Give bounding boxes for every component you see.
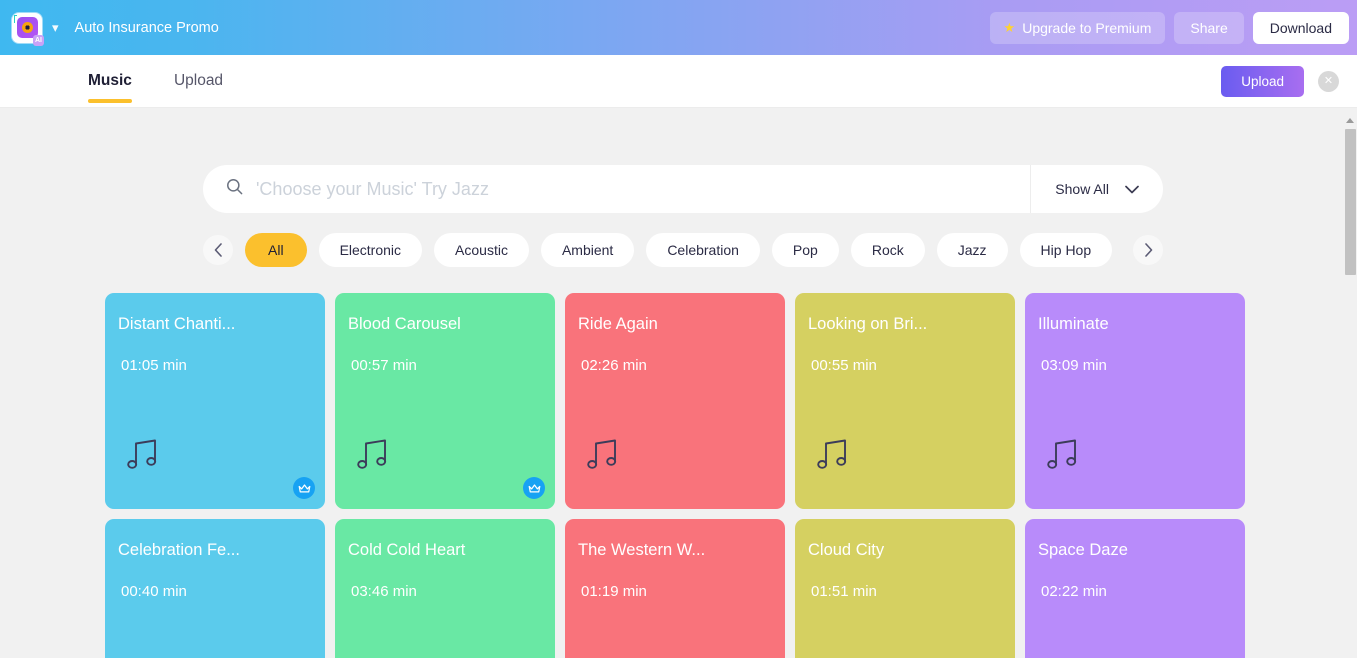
music-note-icon — [817, 438, 849, 477]
track-duration: 00:57 min — [351, 357, 417, 374]
genre-pill[interactable]: Ambient — [540, 233, 635, 267]
chevron-down-icon — [1125, 181, 1139, 197]
scrollbar-thumb[interactable] — [1345, 129, 1356, 275]
tab-music-label: Music — [88, 72, 132, 89]
show-all-dropdown[interactable]: Show All — [1031, 165, 1163, 213]
track-duration: 00:55 min — [811, 357, 877, 374]
search-row: Show All — [203, 165, 1163, 213]
track-title: Cold Cold Heart — [348, 541, 466, 559]
track-title: The Western W... — [578, 541, 706, 559]
track-title: Looking on Bri... — [808, 315, 928, 333]
genre-pill[interactable]: Celebration — [646, 233, 760, 267]
track-duration: 02:22 min — [1041, 583, 1107, 600]
tab-music[interactable]: Music — [88, 55, 132, 108]
track-title: Space Daze — [1038, 541, 1128, 559]
track-card[interactable]: Ride Again 02:26 min — [565, 293, 785, 509]
tab-upload-label: Upload — [173, 72, 224, 89]
track-card[interactable]: Illuminate 03:09 min — [1025, 293, 1245, 509]
logo-lens-icon — [21, 22, 33, 33]
app-logo-icon[interactable]: AI — [12, 12, 44, 46]
track-card[interactable]: Cloud City 01:51 min — [795, 519, 1015, 658]
tabbar-actions: Upload ✕ — [1221, 65, 1339, 97]
upgrade-label: Upgrade to Premium — [1022, 19, 1152, 36]
show-all-label: Show All — [1055, 181, 1109, 197]
music-panel: Show All All Electronic Acoustic Ambient Cel… — [0, 108, 1357, 658]
track-card[interactable]: Blood Carousel 00:57 min — [335, 293, 555, 509]
chevron-down-icon[interactable]: ▾ — [52, 21, 59, 34]
brand-area: AI ▾ Auto Insurance Promo — [12, 12, 219, 46]
track-grid: Distant Chanti... 01:05 min Blood Carousel… — [105, 293, 1245, 658]
track-title: Distant Chanti... — [118, 315, 236, 333]
track-card[interactable]: Space Daze 02:22 min — [1025, 519, 1245, 658]
genre-filter-row: All Electronic Acoustic Ambient Celebration P… — [203, 233, 1163, 267]
app-header: AI ▾ Auto Insurance Promo ★ Upgrade to P… — [0, 0, 1357, 55]
search-input[interactable] — [256, 165, 1013, 213]
track-title: Blood Carousel — [348, 315, 461, 333]
crown-icon[interactable] — [293, 477, 315, 499]
download-button[interactable]: Download — [1252, 11, 1349, 44]
music-note-icon — [357, 438, 389, 477]
track-duration: 01:05 min — [121, 357, 187, 374]
track-duration: 01:51 min — [811, 583, 877, 600]
close-icon[interactable]: ✕ — [1318, 70, 1339, 92]
track-title: Ride Again — [578, 315, 658, 333]
search-box — [203, 165, 1032, 213]
genre-pill[interactable]: Hip Hop — [1019, 233, 1113, 267]
genre-pill[interactable]: Jazz — [936, 233, 1008, 267]
track-duration: 02:26 min — [581, 357, 647, 374]
panel-tabbar: Music Upload Upload ✕ — [0, 55, 1357, 108]
music-note-icon — [1047, 438, 1079, 477]
upload-button[interactable]: Upload — [1221, 65, 1304, 97]
music-panel-content: Show All All Electronic Acoustic Ambient Cel… — [0, 108, 1343, 658]
genre-pill[interactable]: Pop — [771, 233, 839, 267]
chevron-left-icon[interactable] — [203, 235, 233, 265]
track-duration: 03:09 min — [1041, 357, 1107, 374]
scroll-up-arrow-icon[interactable] — [1346, 118, 1354, 123]
track-duration: 01:19 min — [581, 583, 647, 600]
document-title: Auto Insurance Promo — [74, 19, 219, 36]
track-duration: 00:40 min — [121, 583, 187, 600]
share-button[interactable]: Share — [1174, 11, 1244, 44]
music-note-icon — [587, 438, 619, 477]
track-card[interactable]: Cold Cold Heart 03:46 min — [335, 519, 555, 658]
crown-icon[interactable] — [523, 477, 545, 499]
star-icon: ★ — [1003, 20, 1016, 35]
logo-ai-badge: AI — [33, 34, 44, 46]
track-card[interactable]: Looking on Bri... 00:55 min — [795, 293, 1015, 509]
track-card[interactable]: Celebration Fe... 00:40 min — [105, 519, 325, 658]
genre-pill-list[interactable]: All Electronic Acoustic Ambient Celebration P… — [245, 233, 1121, 267]
genre-pill[interactable]: All — [245, 233, 307, 267]
track-card[interactable]: The Western W... 01:19 min — [565, 519, 785, 658]
tab-upload[interactable]: Upload — [174, 55, 223, 108]
genre-pill[interactable]: Electronic — [318, 233, 423, 267]
genre-pill[interactable]: Acoustic — [434, 233, 529, 267]
music-note-icon — [127, 438, 159, 477]
track-title: Illuminate — [1038, 315, 1109, 333]
chevron-right-icon[interactable] — [1133, 235, 1163, 265]
track-card[interactable]: Distant Chanti... 01:05 min — [105, 293, 325, 509]
track-duration: 03:46 min — [351, 583, 417, 600]
scrollbar[interactable] — [1343, 108, 1357, 658]
track-title: Celebration Fe... — [118, 541, 240, 559]
track-title: Cloud City — [808, 541, 885, 559]
search-icon — [225, 177, 244, 201]
header-actions: ★ Upgrade to Premium Share Download — [989, 11, 1349, 44]
genre-pill[interactable]: Rock — [850, 233, 925, 267]
upgrade-to-premium-button[interactable]: ★ Upgrade to Premium — [989, 11, 1166, 44]
